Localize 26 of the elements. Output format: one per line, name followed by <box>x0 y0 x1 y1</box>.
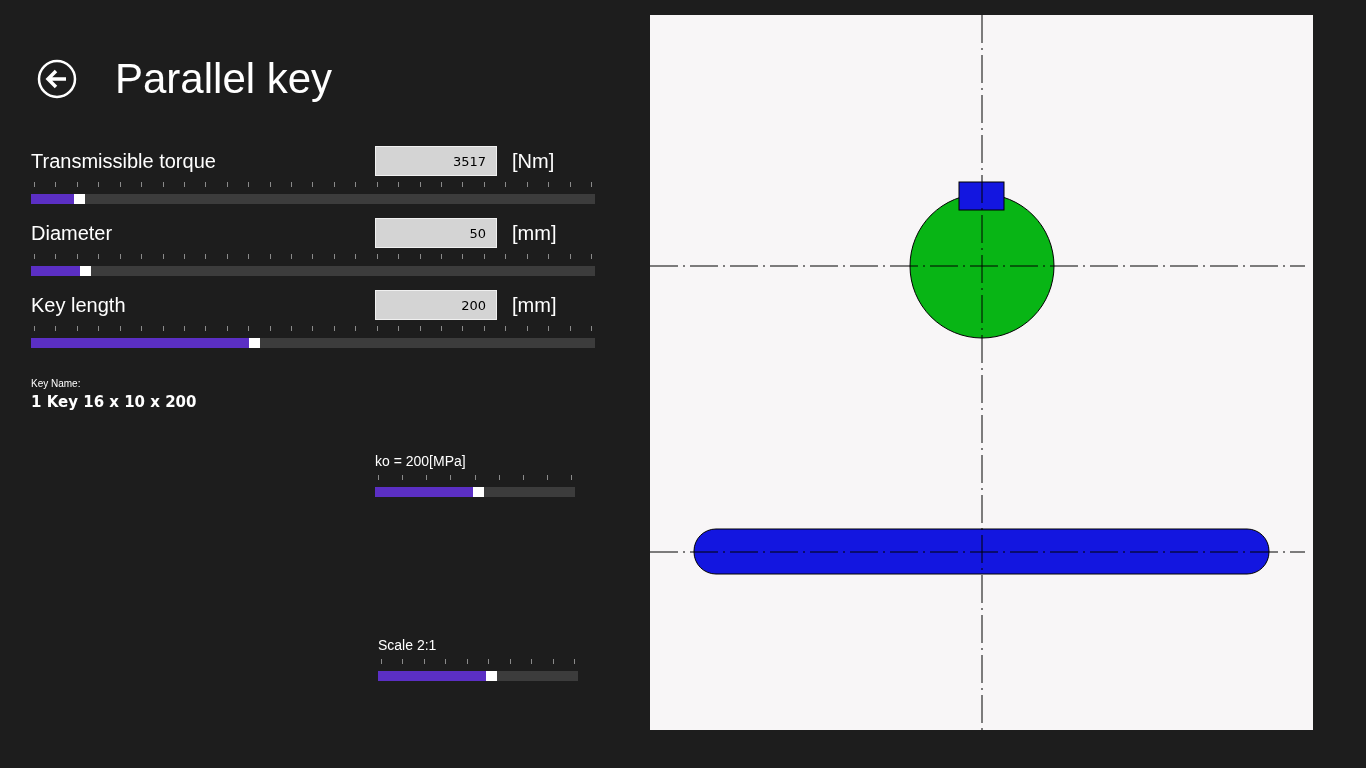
slider-thumb[interactable] <box>248 338 260 348</box>
back-button[interactable] <box>37 59 77 99</box>
input-field[interactable]: 200 <box>375 290 497 320</box>
slider[interactable] <box>31 254 595 276</box>
page-title: Parallel key <box>115 55 333 103</box>
field-label: Transmissible torque <box>31 149 217 173</box>
key-section <box>958 181 1005 211</box>
field-label: Diameter <box>31 221 114 245</box>
input-field[interactable]: 3517 <box>375 146 497 176</box>
setting-label: ko = 200[MPa] <box>375 453 467 469</box>
slider[interactable] <box>375 475 575 497</box>
slider-thumb[interactable] <box>74 194 86 204</box>
slider[interactable] <box>31 326 595 348</box>
input-field[interactable]: 50 <box>375 218 497 248</box>
slider-thumb[interactable] <box>79 266 91 276</box>
result-label: Key Name: <box>31 378 82 389</box>
slider[interactable] <box>378 659 578 681</box>
unit-label: [mm] <box>512 221 557 245</box>
unit-label: [mm] <box>512 293 557 317</box>
slider[interactable] <box>31 182 595 204</box>
field-label: Key length <box>31 293 127 317</box>
slider-thumb[interactable] <box>473 487 484 497</box>
setting-label: Scale 2:1 <box>378 637 438 653</box>
slider-thumb[interactable] <box>486 671 497 681</box>
key-name: 1 Key 16 x 10 x 200 <box>31 393 198 411</box>
unit-label: [Nm] <box>512 149 555 173</box>
